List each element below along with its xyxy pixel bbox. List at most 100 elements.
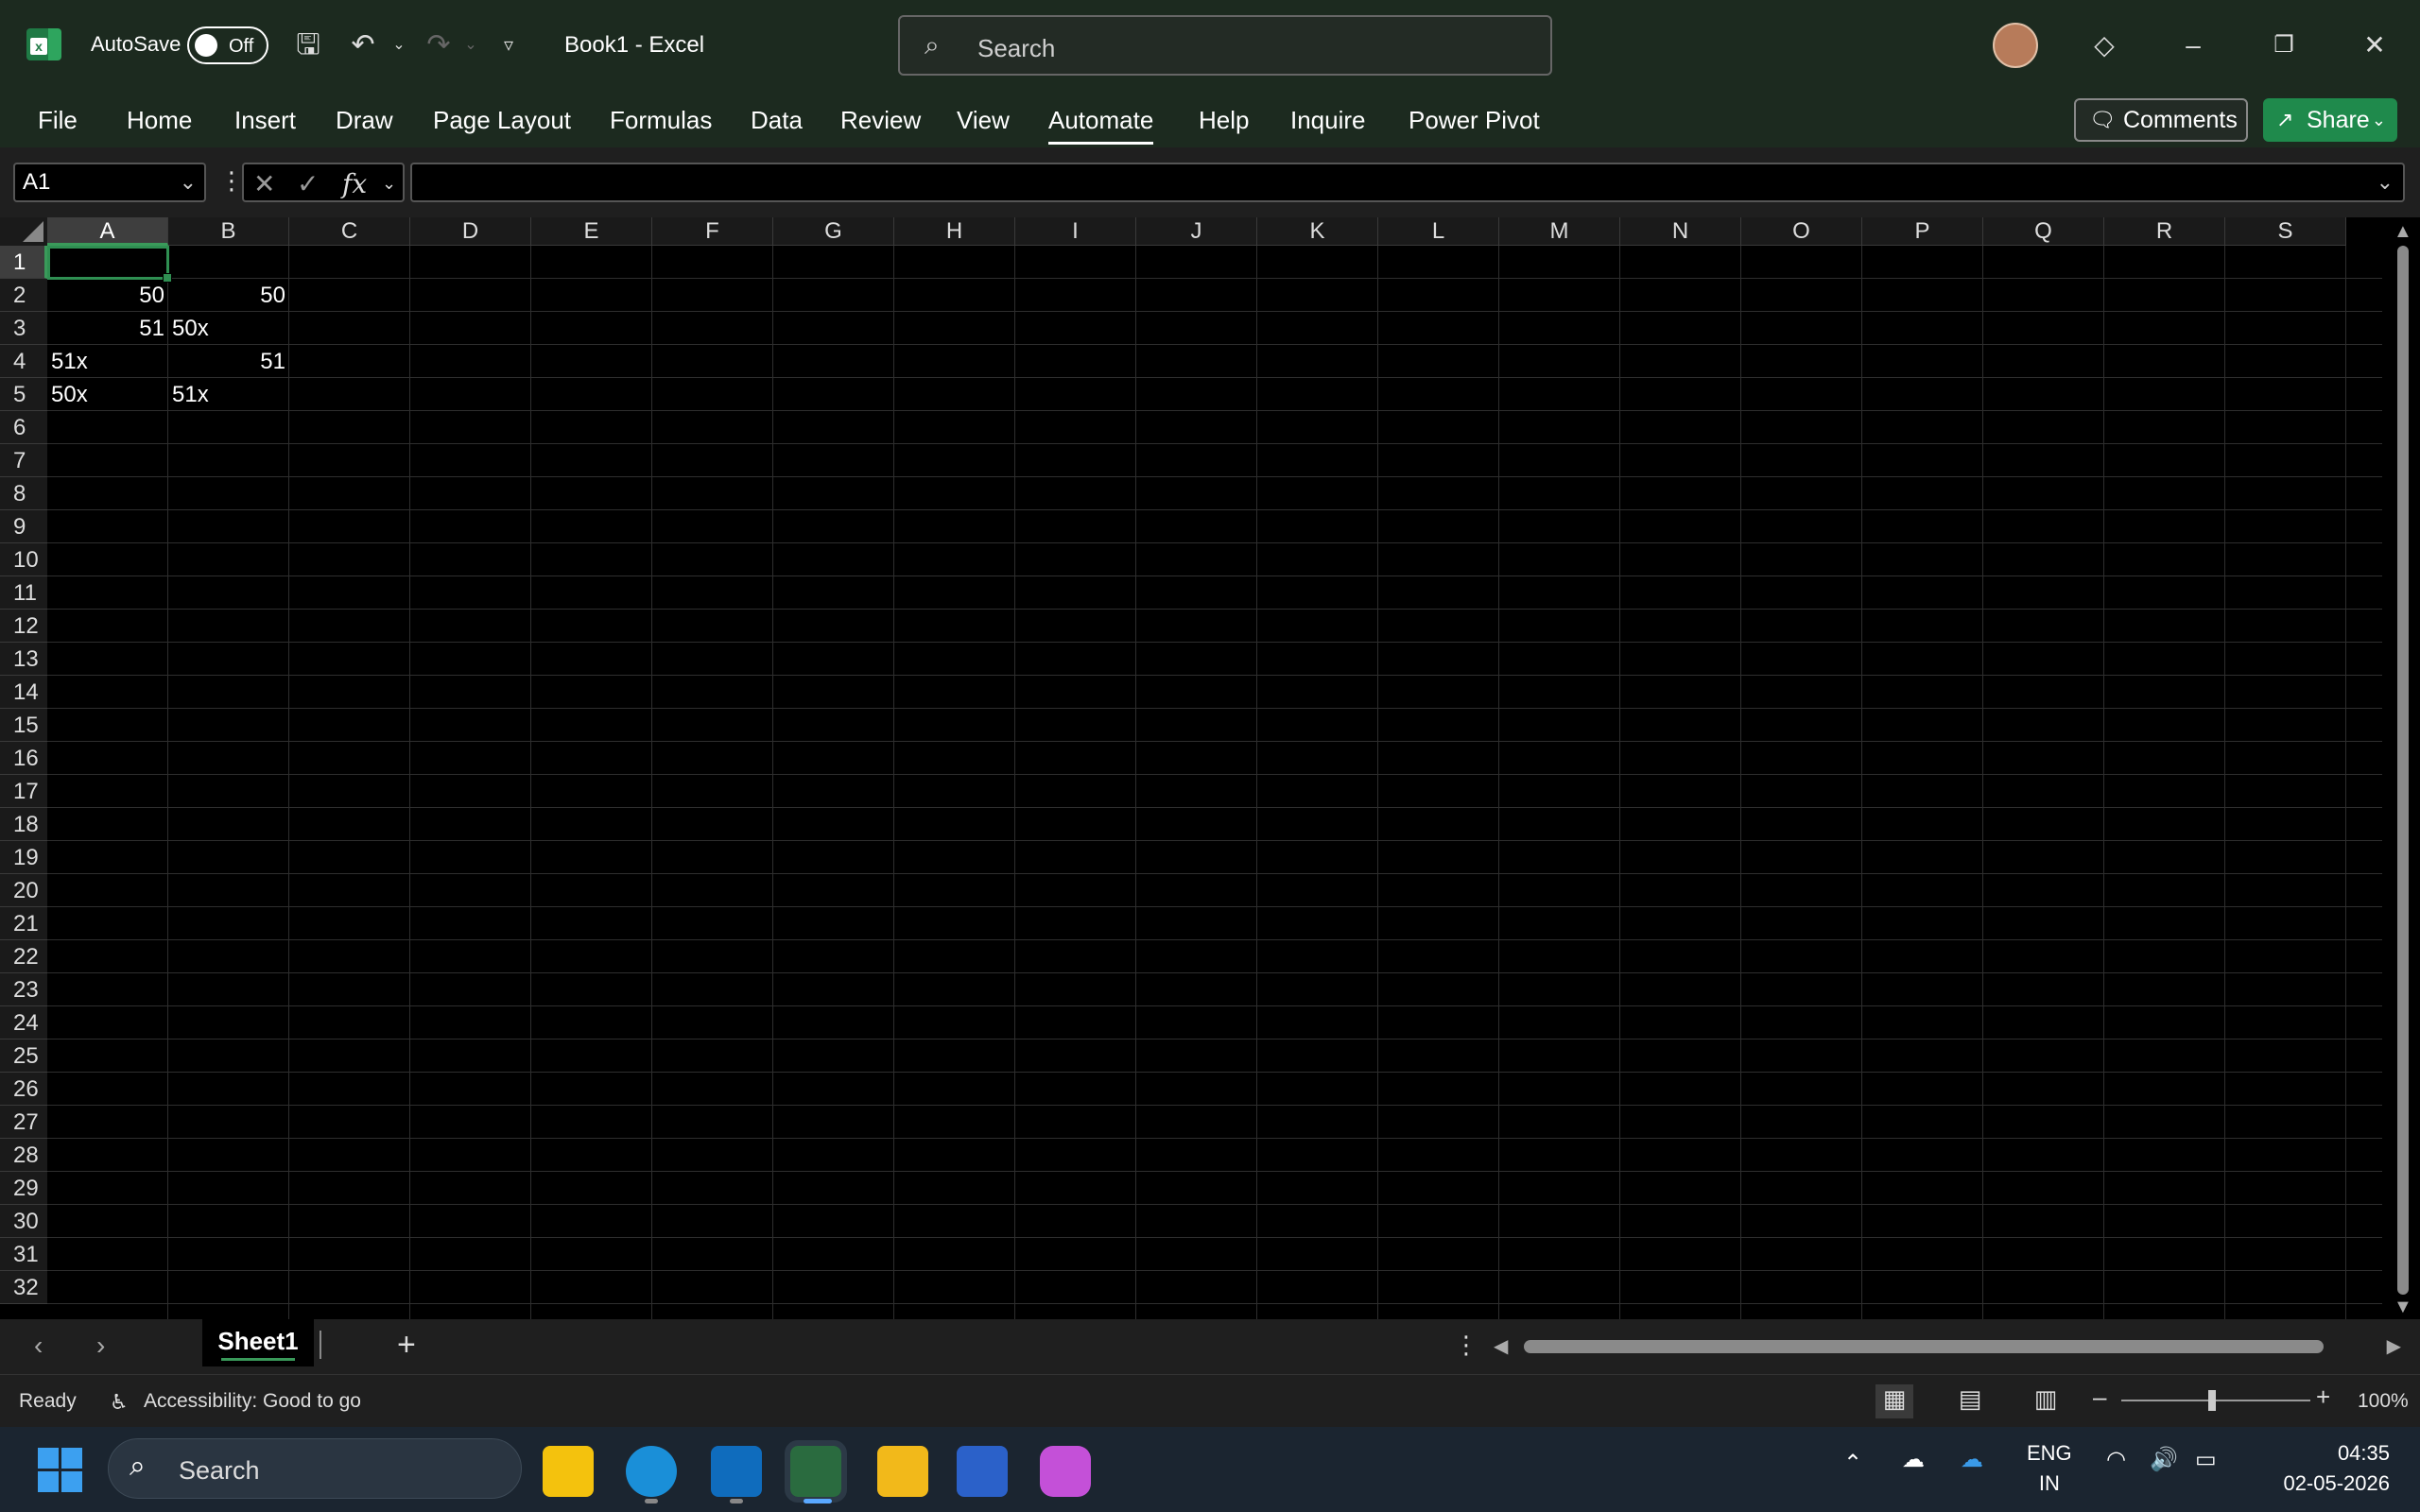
prev-sheet-icon[interactable]: ‹ — [34, 1331, 43, 1361]
row-header[interactable]: 1 — [0, 246, 47, 279]
tab-draw[interactable]: Draw — [336, 106, 393, 135]
accessibility-status[interactable]: Accessibility: Good to go — [144, 1390, 361, 1413]
power-bi-icon[interactable] — [877, 1446, 928, 1497]
column-header[interactable]: R — [2104, 217, 2225, 246]
page-layout-view-icon[interactable]: ▤ — [1951, 1384, 1989, 1418]
row-header[interactable]: 27 — [0, 1106, 47, 1139]
column-header[interactable]: M — [1499, 217, 1620, 246]
tab-file[interactable]: File — [38, 106, 78, 135]
cell-a3[interactable]: 51 — [47, 312, 168, 345]
taskbar-search[interactable]: ⌕ Search — [108, 1438, 522, 1499]
row-header[interactable]: 5 — [0, 378, 47, 411]
column-header[interactable]: K — [1257, 217, 1378, 246]
column-header[interactable]: F — [652, 217, 773, 246]
row-header[interactable]: 2 — [0, 279, 47, 312]
add-sheet-icon[interactable]: + — [397, 1327, 416, 1364]
scroll-thumb[interactable] — [2397, 246, 2409, 1295]
row-header[interactable]: 21 — [0, 907, 47, 940]
diamond-icon[interactable]: ◇ — [2085, 26, 2123, 64]
scroll-right-icon[interactable]: ▶ — [2387, 1334, 2401, 1358]
language-indicator[interactable]: ENG IN — [2027, 1438, 2072, 1499]
scroll-thumb[interactable] — [1524, 1340, 2324, 1353]
column-header[interactable]: G — [773, 217, 894, 246]
zoom-level[interactable]: 100% — [2358, 1390, 2409, 1413]
column-header[interactable]: L — [1378, 217, 1499, 246]
scroll-down-icon[interactable]: ▼ — [2394, 1297, 2412, 1318]
avatar[interactable] — [1993, 23, 2038, 68]
column-header[interactable]: Q — [1983, 217, 2104, 246]
row-header[interactable]: 31 — [0, 1238, 47, 1271]
restore-icon[interactable]: ❐ — [2265, 26, 2303, 64]
tab-view[interactable]: View — [957, 106, 1010, 135]
save-icon[interactable]: 🖫 — [289, 26, 327, 64]
insert-function-icon[interactable]: fx — [342, 168, 367, 199]
autosave-toggle[interactable]: Off — [187, 26, 268, 64]
vertical-scrollbar[interactable]: ▲ ▼ — [2384, 217, 2420, 1319]
zoom-slider[interactable] — [2121, 1400, 2310, 1401]
onedrive-icon[interactable]: ☁ — [1961, 1446, 1983, 1473]
row-header[interactable]: 8 — [0, 477, 47, 510]
minimize-icon[interactable]: – — [2174, 26, 2212, 64]
row-header[interactable]: 13 — [0, 643, 47, 676]
customize-toolbar-icon[interactable]: ▿ — [490, 26, 527, 64]
tab-page-layout[interactable]: Page Layout — [433, 106, 571, 135]
cell-a5[interactable]: 50x — [47, 378, 168, 411]
column-header[interactable]: H — [894, 217, 1015, 246]
spreadsheet-grid[interactable]: A B C D E F G H I J K L M N O P Q R S 1 2 3 4 5 6 7 8 9 10 11 12 13 14 15… — [0, 217, 2420, 1319]
row-header[interactable]: 10 — [0, 543, 47, 576]
row-header[interactable]: 18 — [0, 808, 47, 841]
row-header[interactable]: 7 — [0, 444, 47, 477]
row-header[interactable]: 19 — [0, 841, 47, 874]
select-all-button[interactable] — [0, 217, 47, 246]
column-header[interactable]: I — [1015, 217, 1136, 246]
tab-data[interactable]: Data — [751, 106, 803, 135]
row-header[interactable]: 30 — [0, 1205, 47, 1238]
page-break-view-icon[interactable]: ▥ — [2027, 1384, 2065, 1418]
column-header[interactable]: P — [1862, 217, 1983, 246]
search-box[interactable]: ⌕ Search — [898, 15, 1552, 76]
windows-start-icon[interactable] — [38, 1448, 83, 1493]
row-header[interactable]: 29 — [0, 1172, 47, 1205]
more-options-icon[interactable]: ⋮ — [219, 166, 244, 196]
tab-inquire[interactable]: Inquire — [1290, 106, 1366, 135]
row-header[interactable]: 26 — [0, 1073, 47, 1106]
excel-taskbar-icon[interactable] — [785, 1440, 847, 1503]
row-header[interactable]: 16 — [0, 742, 47, 775]
row-header[interactable]: 4 — [0, 345, 47, 378]
column-header[interactable]: C — [289, 217, 410, 246]
cloud-icon[interactable]: ☁ — [1902, 1446, 1925, 1473]
column-header[interactable]: N — [1620, 217, 1741, 246]
accessibility-icon[interactable]: ♿ — [110, 1390, 129, 1415]
zoom-slider-thumb[interactable] — [2208, 1390, 2216, 1411]
expand-formula-icon[interactable]: ⌄ — [2377, 170, 2394, 195]
undo-icon[interactable]: ↶ — [344, 26, 382, 64]
column-header[interactable]: B — [168, 217, 289, 246]
cancel-icon[interactable]: ✕ — [253, 168, 275, 199]
column-header[interactable]: J — [1136, 217, 1257, 246]
cell-b2[interactable]: 50 — [168, 279, 289, 312]
word-icon[interactable] — [957, 1446, 1008, 1497]
comments-button[interactable]: 🗨 Comments — [2074, 98, 2248, 142]
tab-insert[interactable]: Insert — [234, 106, 296, 135]
more-options-icon[interactable]: ⋮ — [1454, 1331, 1478, 1360]
row-header[interactable]: 12 — [0, 610, 47, 643]
tab-help[interactable]: Help — [1199, 106, 1249, 135]
chevron-up-icon[interactable]: ⌃ — [1843, 1450, 1862, 1477]
tab-power-pivot[interactable]: Power Pivot — [1409, 106, 1540, 135]
row-header[interactable]: 25 — [0, 1040, 47, 1073]
name-box[interactable]: A1 ⌄ — [13, 163, 206, 202]
cell-b5[interactable]: 51x — [168, 378, 289, 411]
share-button[interactable]: ↗ Share ⌄ — [2263, 98, 2397, 142]
row-header[interactable]: 32 — [0, 1271, 47, 1304]
tab-formulas[interactable]: Formulas — [610, 106, 712, 135]
redo-dropdown-icon[interactable]: ⌄ — [452, 26, 490, 64]
cell-b3[interactable]: 50x — [168, 312, 289, 345]
scroll-up-icon[interactable]: ▲ — [2394, 221, 2412, 243]
tab-home[interactable]: Home — [127, 106, 192, 135]
cell-b4[interactable]: 51 — [168, 345, 289, 378]
column-header[interactable]: A — [47, 217, 168, 246]
row-header[interactable]: 14 — [0, 676, 47, 709]
row-header[interactable]: 6 — [0, 411, 47, 444]
formula-input[interactable]: ⌄ — [410, 163, 2405, 202]
battery-icon[interactable]: ▭ — [2195, 1446, 2217, 1473]
